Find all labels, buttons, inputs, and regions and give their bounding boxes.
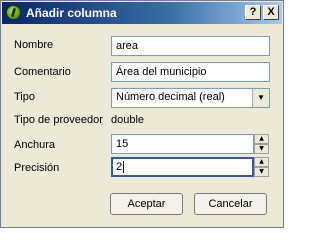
type-select[interactable]: Número decimal (real) ▼: [111, 88, 270, 108]
precision-spinbox[interactable]: 2: [111, 157, 254, 177]
precision-stepper[interactable]: ▲ ▼: [254, 157, 269, 177]
precision-value: 2: [116, 161, 123, 173]
comment-input[interactable]: Área del municipio: [111, 62, 270, 82]
close-button[interactable]: X: [263, 5, 279, 20]
width-label: Anchura: [14, 139, 55, 151]
add-column-dialog: Añadir columna ? X Nombre area Comentari…: [0, 0, 284, 228]
comment-label: Comentario: [14, 66, 71, 78]
provider-type-label: Tipo de proveedor: [14, 114, 103, 126]
increment-icon[interactable]: ▲: [254, 157, 269, 167]
increment-icon[interactable]: ▲: [254, 134, 269, 144]
chevron-down-icon[interactable]: ▼: [252, 89, 269, 107]
type-select-value: Número decimal (real): [116, 91, 225, 103]
type-label: Tipo: [14, 91, 35, 103]
name-input[interactable]: area: [111, 36, 270, 56]
cancel-button[interactable]: Cancelar: [194, 193, 267, 215]
ok-button[interactable]: Aceptar: [110, 193, 183, 215]
decrement-icon[interactable]: ▼: [254, 144, 269, 154]
width-stepper[interactable]: ▲ ▼: [254, 134, 269, 154]
qgis-icon: [6, 5, 21, 20]
precision-label: Precisión: [14, 162, 60, 174]
text-caret: [123, 161, 125, 174]
name-label: Nombre: [14, 39, 54, 51]
title-bar[interactable]: Añadir columna ? X: [2, 2, 282, 24]
decrement-icon[interactable]: ▼: [254, 167, 269, 177]
dialog-title: Añadir columna: [26, 6, 117, 20]
provider-type-value: double: [111, 114, 145, 126]
width-spinbox[interactable]: 15: [111, 134, 254, 154]
help-button[interactable]: ?: [245, 5, 261, 20]
